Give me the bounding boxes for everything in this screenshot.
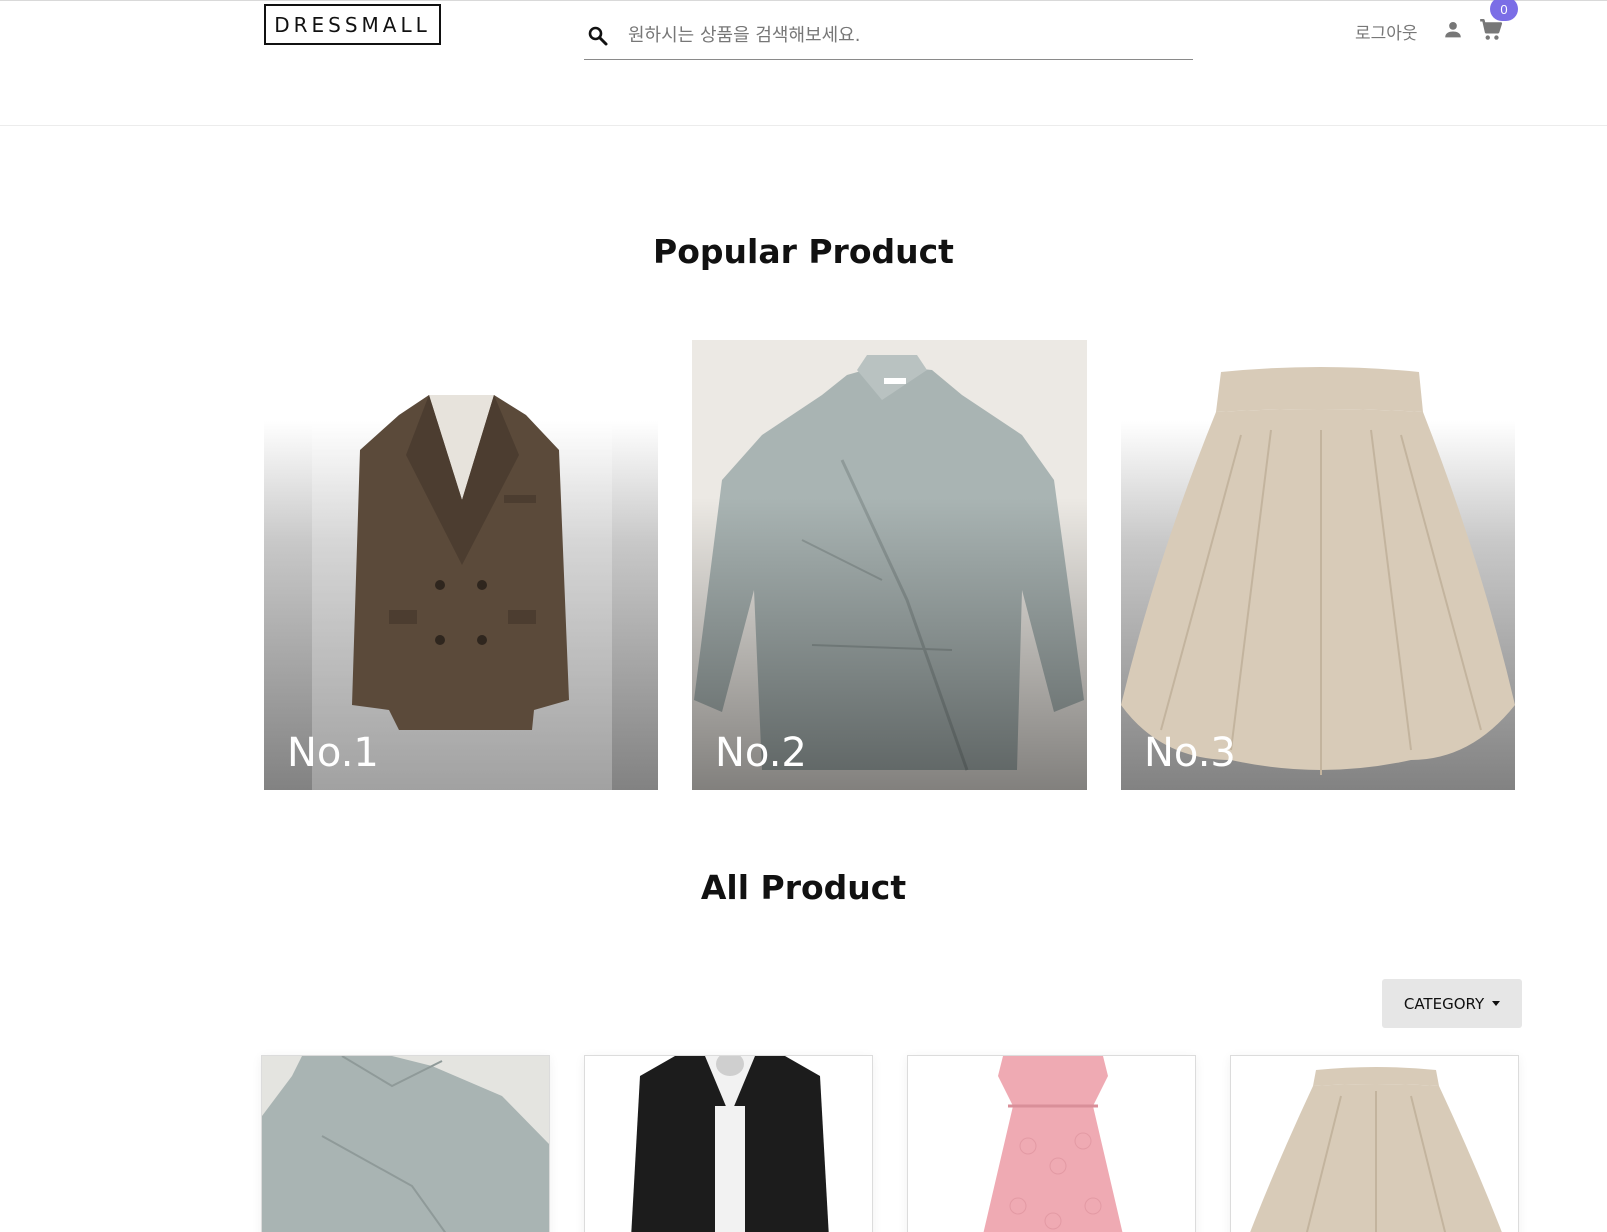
cart-count-badge: 0	[1490, 0, 1518, 21]
black-shirt-image	[631, 1056, 829, 1232]
shirt-image	[262, 1056, 549, 1232]
popular-card-1[interactable]: No.1	[264, 340, 658, 790]
dressmall-logo[interactable]: DRESSMALL	[264, 4, 441, 45]
popular-product-title: Popular Product	[653, 232, 954, 271]
person-icon[interactable]	[1442, 19, 1464, 41]
product-card[interactable]	[1230, 1055, 1519, 1232]
rank-label: No.3	[1144, 730, 1236, 776]
all-product-title: All Product	[700, 868, 907, 907]
popular-card-2[interactable]: No.2	[692, 340, 1087, 790]
category-dropdown-button[interactable]: CATEGORY	[1382, 979, 1522, 1028]
skirt-image	[1121, 367, 1515, 775]
search-bar	[584, 14, 1193, 60]
pink-dress-image	[983, 1056, 1123, 1232]
caret-down-icon	[1492, 1001, 1501, 1006]
product-card[interactable]	[907, 1055, 1196, 1232]
category-label: CATEGORY	[1403, 994, 1485, 1013]
rank-label: No.2	[715, 730, 807, 776]
popular-card-3[interactable]: No.3	[1121, 340, 1515, 790]
logout-link[interactable]: 로그아웃	[1355, 19, 1418, 44]
product-card[interactable]	[261, 1055, 550, 1232]
image-gradient	[692, 340, 1087, 790]
search-input[interactable]	[628, 18, 1188, 52]
site-header: DRESSMALL 로그아웃 0	[0, 0, 1607, 126]
search-icon[interactable]	[586, 24, 610, 48]
skirt-image	[1250, 1067, 1502, 1232]
jacket-image	[312, 340, 612, 790]
rank-label: No.1	[287, 730, 379, 776]
product-card[interactable]	[584, 1055, 873, 1232]
